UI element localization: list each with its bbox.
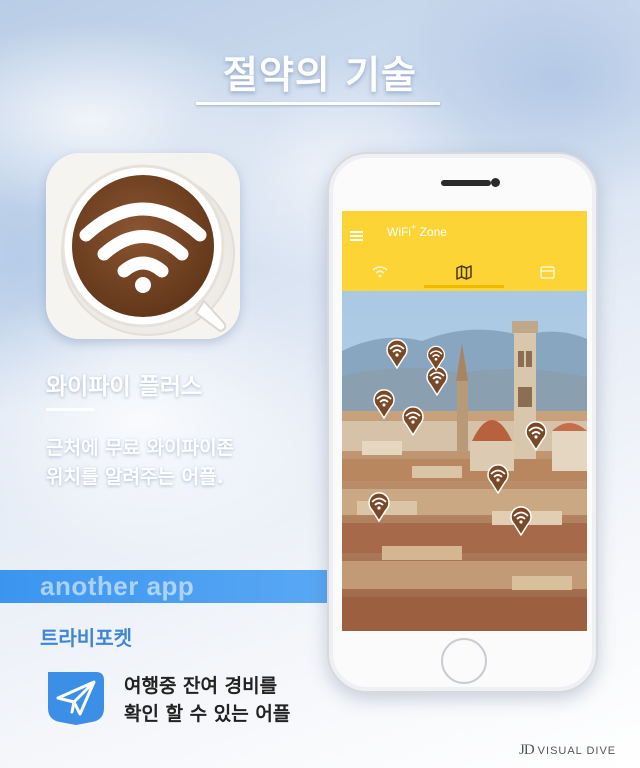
- tab-wifi[interactable]: [365, 261, 395, 283]
- page-headline: 절약의 기술: [222, 53, 418, 97]
- wifi-coffee-cup-icon: [46, 153, 240, 339]
- featured-app-name: 와이파이 플러스: [46, 374, 203, 400]
- description-line: 확인 할 수 있는 어플: [124, 703, 291, 725]
- paper-plane-icon: [44, 668, 108, 726]
- city-photo: [342, 291, 587, 631]
- phone-screen: WiFi+ Zone: [342, 211, 587, 631]
- map-pin[interactable]: [425, 344, 447, 371]
- map-pin[interactable]: [371, 387, 397, 419]
- description-line: 근처에 무료 와이파이존: [46, 437, 235, 459]
- tab-wallet[interactable]: [532, 261, 562, 283]
- app-name-underline: [46, 408, 94, 411]
- other-app-description: 여행중 잔여 경비를 확인 할 수 있는 어플: [124, 672, 290, 728]
- app-title: WiFi+ Zone: [387, 222, 447, 239]
- map-pin[interactable]: [384, 337, 410, 369]
- map-pin[interactable]: [523, 419, 549, 451]
- map-tab-icon: [456, 264, 472, 280]
- menu-icon[interactable]: [350, 231, 363, 241]
- credit-logo: JD VISUAL DIVE: [519, 742, 617, 758]
- section-band-label: another app: [40, 571, 195, 601]
- app-bar: WiFi+ Zone: [342, 211, 587, 291]
- map-pin[interactable]: [485, 462, 511, 494]
- wifi-tab-icon: [372, 266, 388, 278]
- phone-speaker: [441, 180, 491, 186]
- map-pin[interactable]: [508, 504, 534, 536]
- description-line: 위치를 알려주는 어플.: [46, 466, 224, 488]
- map-pin[interactable]: [400, 404, 426, 436]
- other-app-name: 트라비포켓: [40, 626, 132, 650]
- home-button[interactable]: [441, 638, 487, 684]
- phone-mockup: WiFi+ Zone: [327, 152, 598, 693]
- wallet-tab-icon: [539, 266, 555, 279]
- active-tab-indicator: [424, 285, 504, 288]
- tab-map[interactable]: [449, 261, 479, 283]
- headline-underline: [196, 102, 440, 105]
- description-line: 여행중 잔여 경비를: [124, 675, 278, 697]
- phone-camera: [491, 178, 500, 187]
- map-pin[interactable]: [366, 490, 392, 522]
- featured-app-description: 근처에 무료 와이파이존 위치를 알려주는 어플.: [46, 434, 234, 492]
